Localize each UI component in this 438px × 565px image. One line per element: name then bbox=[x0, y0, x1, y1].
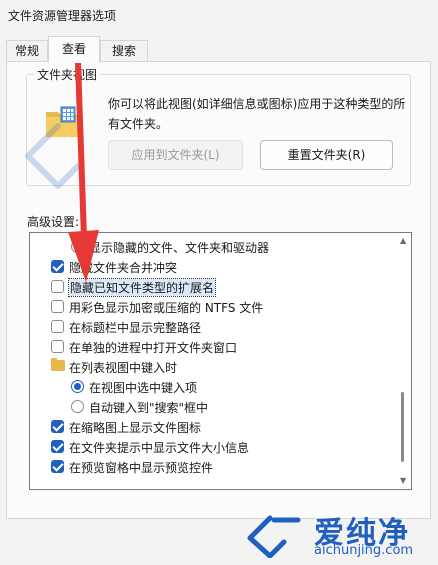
advanced-settings-item[interactable]: 在缩略图上显示文件图标 bbox=[30, 416, 395, 436]
checkbox-icon[interactable] bbox=[51, 300, 64, 313]
advanced-settings-item[interactable]: 在单独的进程中打开文件夹窗口 bbox=[30, 336, 395, 356]
advanced-settings-item-label: 隐藏已知文件类型的扩展名 bbox=[67, 278, 217, 297]
advanced-settings-item-label: 在预览窗格中显示预览控件 bbox=[69, 461, 214, 475]
logo-url: aichunjing.com bbox=[314, 543, 414, 558]
advanced-settings-label: 高级设置: bbox=[27, 215, 80, 229]
advanced-settings-item[interactable]: 显示隐藏的文件、文件夹和驱动器 bbox=[30, 236, 395, 256]
advanced-settings-item[interactable]: 在预览窗格中显示预览控件 bbox=[30, 456, 395, 476]
tab-strip: 常规 查看 搜索 bbox=[0, 36, 438, 63]
scrollbar[interactable] bbox=[397, 233, 411, 489]
advanced-settings-item-label: 隐藏文件夹合并冲突 bbox=[69, 261, 178, 275]
checkbox-icon[interactable] bbox=[51, 260, 64, 273]
scroll-thumb[interactable] bbox=[401, 392, 404, 462]
scroll-up-icon[interactable]: ▲ bbox=[400, 236, 406, 245]
advanced-settings-item-label: 在单独的进程中打开文件夹窗口 bbox=[69, 341, 238, 355]
scroll-down-icon[interactable]: ▼ bbox=[400, 476, 406, 485]
folder-icon bbox=[51, 358, 65, 371]
advanced-settings-item[interactable]: 隐藏文件夹合并冲突 bbox=[30, 256, 395, 276]
advanced-settings-item-label: 在标题栏中显示完整路径 bbox=[69, 321, 202, 335]
advanced-settings-item[interactable]: 自动键入到"搜索"框中 bbox=[30, 396, 395, 416]
checkbox-icon[interactable] bbox=[51, 320, 64, 333]
advanced-settings-item[interactable]: 在视图中选中键入项 bbox=[30, 376, 395, 396]
advanced-settings-item-label: 自动键入到"搜索"框中 bbox=[89, 401, 209, 415]
advanced-settings-item-label: 在文件夹提示中显示文件大小信息 bbox=[69, 441, 250, 455]
advanced-settings-item-label: 在视图中选中键入项 bbox=[89, 381, 198, 395]
advanced-settings-item[interactable]: 用彩色显示加密或压缩的 NTFS 文件 bbox=[30, 296, 395, 316]
apply-to-folders-button[interactable]: 应用到文件夹(L) bbox=[108, 140, 243, 170]
checkbox-icon[interactable] bbox=[51, 420, 64, 433]
advanced-settings-item-label: 在缩略图上显示文件图标 bbox=[69, 421, 202, 435]
tab-general[interactable]: 常规 bbox=[6, 40, 48, 62]
advanced-settings-item[interactable]: 在文件夹提示中显示文件大小信息 bbox=[30, 436, 395, 456]
radio-icon[interactable] bbox=[71, 400, 84, 413]
radio-icon[interactable] bbox=[71, 380, 84, 393]
advanced-settings-item[interactable]: 在标题栏中显示完整路径 bbox=[30, 316, 395, 336]
advanced-settings-item-label: 显示隐藏的文件、文件夹和驱动器 bbox=[89, 241, 270, 255]
advanced-settings-list[interactable]: 显示隐藏的文件、文件夹和驱动器隐藏文件夹合并冲突隐藏已知文件类型的扩展名用彩色显… bbox=[29, 232, 412, 490]
tab-view[interactable]: 查看 bbox=[48, 36, 100, 63]
reset-folders-button[interactable]: 重置文件夹(R) bbox=[260, 140, 393, 170]
folder-views-label: 文件夹视图 bbox=[34, 66, 101, 83]
title-bar: 文件资源管理器选项 bbox=[0, 0, 438, 30]
checkbox-icon[interactable] bbox=[51, 460, 64, 473]
folder-icon bbox=[46, 106, 82, 137]
checkbox-icon[interactable] bbox=[51, 280, 64, 293]
radio-icon[interactable] bbox=[71, 240, 84, 253]
advanced-settings-item-label: 在列表视图中键入时 bbox=[69, 361, 178, 375]
checkbox-icon[interactable] bbox=[51, 340, 64, 353]
advanced-settings-item[interactable]: 隐藏已知文件类型的扩展名 bbox=[30, 276, 395, 297]
checkbox-icon[interactable] bbox=[51, 440, 64, 453]
tab-search[interactable]: 搜索 bbox=[100, 40, 148, 62]
advanced-settings-item[interactable]: 在列表视图中键入时 bbox=[30, 356, 395, 376]
folder-views-description: 你可以将此视图(如详细信息或图标)应用于这种类型的所有文件夹。 bbox=[108, 97, 406, 131]
aichunjing-logo-icon bbox=[247, 515, 301, 558]
advanced-settings-item-label: 用彩色显示加密或压缩的 NTFS 文件 bbox=[69, 301, 264, 315]
window-title: 文件资源管理器选项 bbox=[8, 9, 117, 23]
